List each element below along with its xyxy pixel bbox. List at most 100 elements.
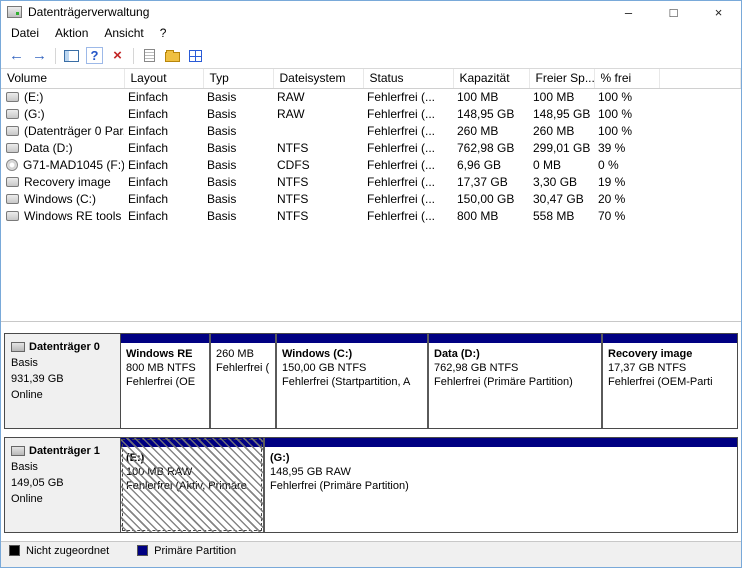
view-grid-icon[interactable] [184, 45, 207, 66]
cell-filler [659, 106, 741, 123]
column-header-typ[interactable]: Typ [203, 69, 274, 89]
document-icon [144, 49, 155, 62]
partition-system-260mb[interactable]: 260 MB Fehlerfrei ( [211, 334, 275, 428]
cell-volume: (Datenträger 0 Par... [1, 123, 124, 140]
column-header-status[interactable]: Status [363, 69, 454, 89]
cell-kapazitaet: 100 MB [457, 90, 499, 105]
cell-typ: Basis [207, 141, 237, 155]
menu-ansicht[interactable]: Ansicht [96, 24, 151, 42]
partition-windows-c[interactable]: Windows (C:) 150,00 GB NTFS Fehlerfrei (… [277, 334, 427, 428]
cell-filler [659, 157, 741, 174]
close-button[interactable]: × [696, 1, 741, 23]
partition-color-band [265, 438, 737, 447]
column-header-prozent-frei[interactable]: % frei [594, 69, 660, 89]
cell-kapazitaet: 260 MB [457, 124, 499, 138]
question-mark-icon: ? [85, 47, 104, 64]
volume-row-recovery[interactable]: Recovery image Einfach Basis NTFS Fehler… [1, 174, 741, 191]
maximize-button[interactable]: □ [651, 1, 696, 23]
partition-status: Fehlerfrei (Primäre Partition) [270, 480, 409, 492]
cell-kapazitaet: 148,95 GB [457, 107, 515, 121]
window-panes-icon [64, 49, 79, 62]
cell-kapazitaet: 800 MB [457, 209, 499, 223]
partition-status: Fehlerfrei (Primäre Partition) [434, 376, 573, 388]
bottom-filler [1, 559, 741, 567]
partition-name: (G:) [270, 452, 290, 464]
partition-g[interactable]: (G:) 148,95 GB RAW Fehlerfrei (Primäre P… [265, 438, 737, 532]
cell-freier-sp: 0 MB [533, 158, 562, 172]
graphical-view: Datenträger 0 Basis 931,39 GB Online Win… [1, 325, 741, 567]
volume-row-data-d[interactable]: Data (D:) Einfach Basis NTFS Fehlerfrei … [1, 140, 741, 157]
cell-kapazitaet: 150,00 GB [457, 192, 515, 206]
cell-dateisystem: RAW [277, 107, 305, 121]
cell-volume: Data (D:) [1, 140, 124, 157]
cell-freier-sp: 30,47 GB [533, 192, 584, 206]
partition-info: 148,95 GB RAW [270, 466, 351, 478]
volume-row-e[interactable]: (E:) Einfach Basis RAW Fehlerfrei (... 1… [1, 89, 741, 106]
disk-name: Datenträger 1 [29, 445, 100, 457]
partition-color-band [277, 334, 427, 343]
menu-aktion[interactable]: Aktion [47, 24, 96, 42]
partition-windows-re[interactable]: Windows RE 800 MB NTFS Fehlerfrei (OE [121, 334, 209, 428]
volume-row-g[interactable]: (G:) Einfach Basis RAW Fehlerfrei (... 1… [1, 106, 741, 123]
disk-info-1[interactable]: Datenträger 1 Basis 149,05 GB Online [5, 438, 121, 532]
volume-row-windows-c[interactable]: Windows (C:) Einfach Basis NTFS Fehlerfr… [1, 191, 741, 208]
titlebar[interactable]: Datenträgerverwaltung – □ × [1, 1, 741, 23]
cell-layout: Einfach [128, 107, 169, 121]
disk-management-window: Datenträgerverwaltung – □ × Datei Aktion… [0, 0, 742, 568]
cell-prozent-frei: 20 % [598, 192, 626, 206]
app-icon [7, 6, 22, 18]
column-header-volume[interactable]: Volume [1, 69, 125, 89]
partition-e-selected[interactable]: (E:) 100 MB RAW Fehlerfrei (Aktiv, Primä… [121, 438, 263, 532]
volume-row-disk0-partition[interactable]: (Datenträger 0 Par... Einfach Basis Fehl… [1, 123, 741, 140]
drive-icon [6, 177, 19, 187]
cell-typ: Basis [207, 90, 237, 105]
partition-name: (E:) [126, 452, 145, 464]
console-tree-icon[interactable] [60, 45, 83, 66]
drive-icon [6, 194, 19, 204]
partition-name: Recovery image [608, 348, 693, 360]
partition-status: Fehlerfrei (Aktiv, Primäre [126, 480, 247, 492]
cell-layout: Einfach [128, 141, 169, 155]
column-header-kapazitaet[interactable]: Kapazität [453, 69, 530, 89]
cell-filler [659, 191, 741, 208]
cell-status: Fehlerfrei (... [367, 175, 436, 189]
partition-status: Fehlerfrei ( [216, 362, 270, 374]
partition-color-band [603, 334, 737, 343]
cell-prozent-frei: 0 % [598, 158, 619, 172]
disk-status: Online [11, 493, 43, 505]
partition-recovery-image[interactable]: Recovery image 17,37 GB NTFS Fehlerfrei … [603, 334, 737, 428]
help-icon[interactable]: ? [83, 45, 106, 66]
volume-row-windows-re[interactable]: Windows RE tools Einfach Basis NTFS Fehl… [1, 208, 741, 225]
cell-layout: Einfach [128, 209, 169, 223]
cell-filler [659, 89, 741, 106]
volume-row-f[interactable]: G71-MAD1045 (F:) Einfach Basis CDFS Fehl… [1, 157, 741, 174]
cell-volume: Recovery image [1, 174, 124, 191]
disk-info-0[interactable]: Datenträger 0 Basis 931,39 GB Online [5, 334, 121, 428]
delete-volume-icon[interactable]: × [106, 45, 129, 66]
partition-info: 800 MB NTFS [126, 362, 196, 374]
partition-body: 260 MB Fehlerfrei ( [211, 343, 275, 428]
toolbar-separator [55, 47, 56, 64]
cell-layout: Einfach [128, 124, 169, 138]
cell-status: Fehlerfrei (... [367, 90, 436, 105]
cell-typ: Basis [207, 124, 237, 138]
minimize-button[interactable]: – [606, 1, 651, 23]
cell-volume: Windows (C:) [1, 191, 124, 208]
partition-data-d[interactable]: Data (D:) 762,98 GB NTFS Fehlerfrei (Pri… [429, 334, 601, 428]
forward-icon[interactable]: → [28, 45, 51, 66]
open-folder-icon[interactable] [161, 45, 184, 66]
column-header-freier-sp[interactable]: Freier Sp... [529, 69, 595, 89]
volume-table: Volume Layout Typ Dateisystem Status Kap… [1, 69, 741, 225]
menu-hilfe[interactable]: ? [152, 24, 175, 42]
column-header-layout[interactable]: Layout [124, 69, 204, 89]
cell-prozent-frei: 100 % [598, 124, 633, 138]
column-header-dateisystem[interactable]: Dateisystem [273, 69, 364, 89]
properties-icon[interactable] [138, 45, 161, 66]
disk-row-0: Datenträger 0 Basis 931,39 GB Online Win… [4, 333, 738, 429]
partition-name: Windows (C:) [282, 348, 353, 360]
partition-status: Fehlerfrei (Startpartition, A [282, 376, 411, 388]
menu-datei[interactable]: Datei [3, 24, 47, 42]
back-icon[interactable]: ← [5, 45, 28, 66]
column-header-filler [659, 69, 741, 89]
partition-info: 150,00 GB NTFS [282, 362, 367, 374]
